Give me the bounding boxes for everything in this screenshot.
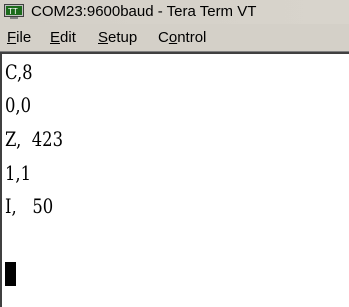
window-title: COM23:9600baud - Tera Term VT: [31, 3, 257, 20]
terminal-line: 0,0: [5, 93, 32, 117]
terminal-line: 1,1: [5, 161, 32, 185]
tera-term-app-icon[interactable]: TT: [4, 4, 24, 20]
terminal-line: Z, 423: [5, 127, 64, 151]
menu-setup[interactable]: Setup: [98, 24, 137, 51]
menu-control[interactable]: Control: [158, 24, 206, 51]
title-bar[interactable]: TT COM23:9600baud - Tera Term VT: [0, 0, 349, 24]
text-cursor: [5, 262, 16, 286]
terminal-line: I, 50: [5, 194, 54, 218]
terminal-line: C,8: [5, 60, 33, 84]
svg-text:TT: TT: [8, 7, 18, 16]
menu-bar: File Edit Setup Control: [0, 24, 349, 52]
terminal-screen[interactable]: C,8 0,0 Z, 423 1,1 I, 50: [0, 52, 349, 307]
menu-edit[interactable]: Edit: [50, 24, 76, 51]
menu-file[interactable]: File: [7, 24, 31, 51]
tera-term-window: TT COM23:9600baud - Tera Term VT File Ed…: [0, 0, 349, 307]
